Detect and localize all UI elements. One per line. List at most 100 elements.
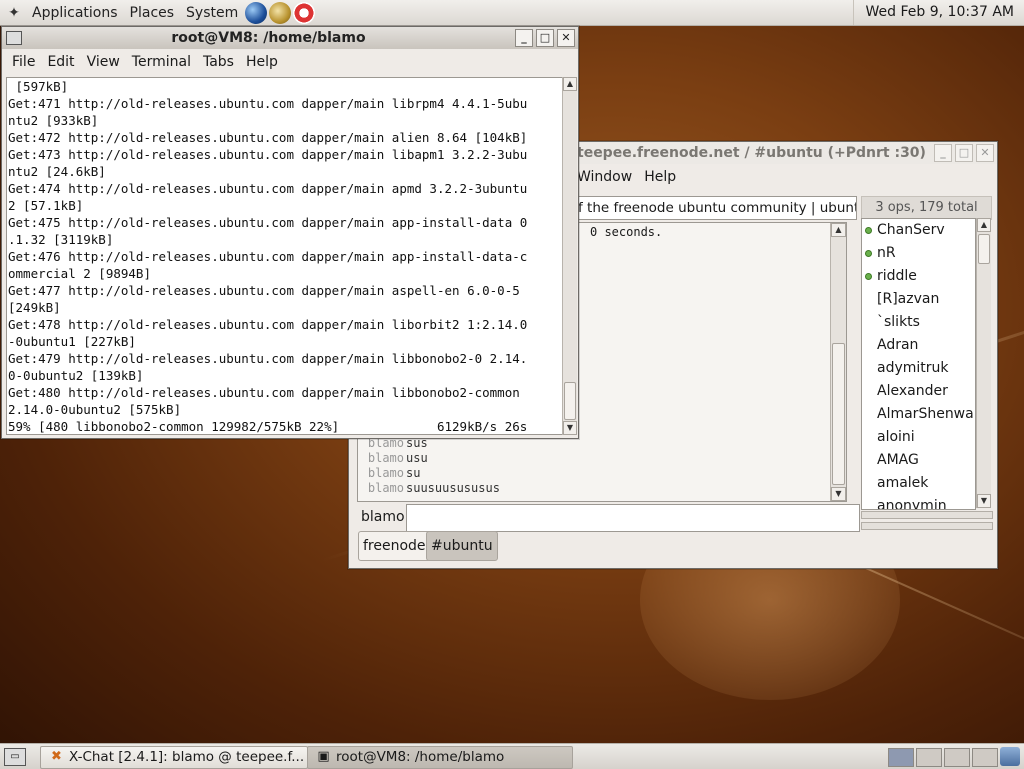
tab-ubuntu[interactable]: #ubuntu (426, 531, 498, 561)
terminal-icon: ▣ (317, 749, 330, 764)
terminal-line: Get:478 http://old-releases.ubuntu.com d… (8, 317, 528, 332)
scroll-down-arrow-icon[interactable]: ▼ (831, 487, 846, 501)
user-list-item[interactable]: nR (862, 242, 975, 265)
chat-top-text: 0 seconds. (590, 225, 663, 239)
user-name: AMAG (877, 452, 919, 468)
message-input[interactable] (406, 504, 860, 532)
web-browser-icon[interactable] (245, 1, 268, 24)
user-list-item[interactable]: `slikts (862, 311, 975, 334)
menu-file[interactable]: File (6, 54, 41, 70)
user-list[interactable]: ChanServ nR riddle [R]azvan `slikts Adra… (861, 218, 976, 510)
mail-icon[interactable] (269, 1, 292, 24)
chat-scrollbar[interactable]: ▲ ▼ (830, 223, 846, 501)
scroll-thumb[interactable] (978, 234, 990, 264)
xchat-title: teepee.freenode.net / #ubuntu (+Pdnrt :3… (577, 145, 926, 161)
terminal-output[interactable]: [597kB] Get:471 http://old-releases.ubun… (6, 77, 563, 435)
terminal-line: Get:480 http://old-releases.ubuntu.com d… (8, 385, 520, 400)
xchat-icon: ✖ (51, 749, 62, 764)
places-menu[interactable]: Places (124, 5, 181, 21)
applications-menu[interactable]: Applications (26, 5, 124, 21)
terminal-scrollbar[interactable]: ▲ ▼ (562, 77, 577, 435)
workspace-3[interactable] (944, 748, 970, 767)
pane-slider[interactable] (861, 522, 993, 530)
scroll-thumb[interactable] (564, 382, 576, 420)
terminal-line: Get:471 http://old-releases.ubuntu.com d… (8, 96, 528, 111)
user-list-item[interactable]: AlmarShenwar (862, 403, 975, 426)
terminal-line: Get:474 http://old-releases.ubuntu.com d… (8, 181, 528, 196)
workspace-1[interactable] (888, 748, 914, 767)
user-name: aloini (877, 429, 915, 445)
terminal-window-icon[interactable] (6, 31, 22, 45)
scroll-down-arrow-icon[interactable]: ▼ (977, 494, 991, 508)
terminal-line: ntu2 [933kB] (8, 113, 99, 128)
user-name: Alexander (877, 383, 948, 399)
terminal-line: [597kB] (8, 79, 69, 94)
terminal-line: [249kB] (8, 300, 61, 315)
user-list-scrollbar[interactable]: ▲ ▼ (976, 218, 991, 508)
workspace-4[interactable] (972, 748, 998, 767)
chat-message: su (406, 466, 421, 480)
scroll-down-arrow-icon[interactable]: ▼ (563, 421, 577, 435)
user-name: `slikts (877, 314, 920, 330)
user-list-item[interactable]: Adran (862, 334, 975, 357)
user-name: Adran (877, 337, 919, 353)
user-list-item[interactable]: ChanServ (862, 219, 975, 242)
menu-view[interactable]: View (81, 54, 126, 70)
menu-terminal[interactable]: Terminal (126, 54, 197, 70)
clock[interactable]: Wed Feb 9, 10:37 AM (852, 0, 1024, 25)
terminal-titlebar[interactable]: root@VM8: /home/blamo _ □ ✕ (2, 27, 578, 49)
gnome-foot-icon[interactable]: ✦ (6, 5, 22, 21)
taskbar-label: X-Chat [2.4.1]: blamo @ teepee.f... (69, 749, 305, 765)
minimize-button[interactable]: _ (934, 144, 952, 162)
maximize-button[interactable]: □ (955, 144, 973, 162)
menu-tabs[interactable]: Tabs (197, 54, 240, 70)
system-menu[interactable]: System (180, 5, 244, 21)
terminal-line: Get:473 http://old-releases.ubuntu.com d… (8, 147, 528, 162)
user-list-item[interactable]: riddle (862, 265, 975, 288)
minimize-button[interactable]: _ (515, 29, 533, 47)
op-status-icon (865, 227, 872, 234)
menu-window[interactable]: Window (571, 169, 638, 185)
terminal-line: Get:479 http://old-releases.ubuntu.com d… (8, 351, 528, 366)
close-button[interactable]: ✕ (557, 29, 575, 47)
user-list-item[interactable]: anonymin (862, 495, 975, 509)
terminal-title: root@VM8: /home/blamo (171, 30, 366, 46)
terminal-line: 0-0ubuntu2 [139kB] (8, 368, 144, 383)
chat-nick: blamo (367, 466, 404, 480)
user-list-item[interactable]: aloini (862, 426, 975, 449)
close-button[interactable]: ✕ (976, 144, 994, 162)
ops-count-label: 3 ops, 179 total (861, 196, 992, 220)
terminal-menubar: File Edit View Terminal Tabs Help (2, 49, 578, 75)
user-list-item[interactable]: adymitruk (862, 357, 975, 380)
nick-button[interactable]: blamo (361, 505, 405, 529)
menu-help[interactable]: Help (240, 54, 284, 70)
menu-help[interactable]: Help (638, 169, 682, 185)
bottom-panel: ▭ ✖ X-Chat [2.4.1]: blamo @ teepee.f... … (0, 743, 1024, 769)
maximize-button[interactable]: □ (536, 29, 554, 47)
user-list-item[interactable]: amalek (862, 472, 975, 495)
chat-nick: blamo (367, 481, 404, 495)
user-name: nR (877, 245, 896, 261)
scroll-thumb[interactable] (832, 343, 845, 485)
chat-nick: blamo (367, 451, 404, 465)
user-list-item[interactable]: Alexander (862, 380, 975, 403)
pane-slider[interactable] (861, 511, 993, 519)
scroll-up-arrow-icon[interactable]: ▲ (977, 218, 991, 232)
user-name: ChanServ (877, 222, 945, 238)
user-list-item[interactable]: AMAG (862, 449, 975, 472)
help-icon[interactable] (293, 1, 316, 24)
terminal-line: 2 [57.1kB] (8, 198, 84, 213)
user-list-item[interactable]: [R]azvan (862, 288, 975, 311)
taskbar-xchat[interactable]: ✖ X-Chat [2.4.1]: blamo @ teepee.f... (40, 746, 308, 769)
taskbar-label: root@VM8: /home/blamo (336, 749, 505, 765)
show-desktop-icon[interactable]: ▭ (4, 748, 26, 766)
menu-edit[interactable]: Edit (41, 54, 80, 70)
terminal-line: ommercial 2 [9894B] (8, 266, 151, 281)
tab-freenode[interactable]: freenode (358, 531, 431, 561)
trash-icon[interactable] (1000, 747, 1020, 766)
terminal-line: -0ubuntu1 [227kB] (8, 334, 136, 349)
scroll-up-arrow-icon[interactable]: ▲ (563, 77, 577, 91)
scroll-up-arrow-icon[interactable]: ▲ (831, 223, 846, 237)
workspace-2[interactable] (916, 748, 942, 767)
taskbar-terminal[interactable]: ▣ root@VM8: /home/blamo (307, 746, 573, 769)
